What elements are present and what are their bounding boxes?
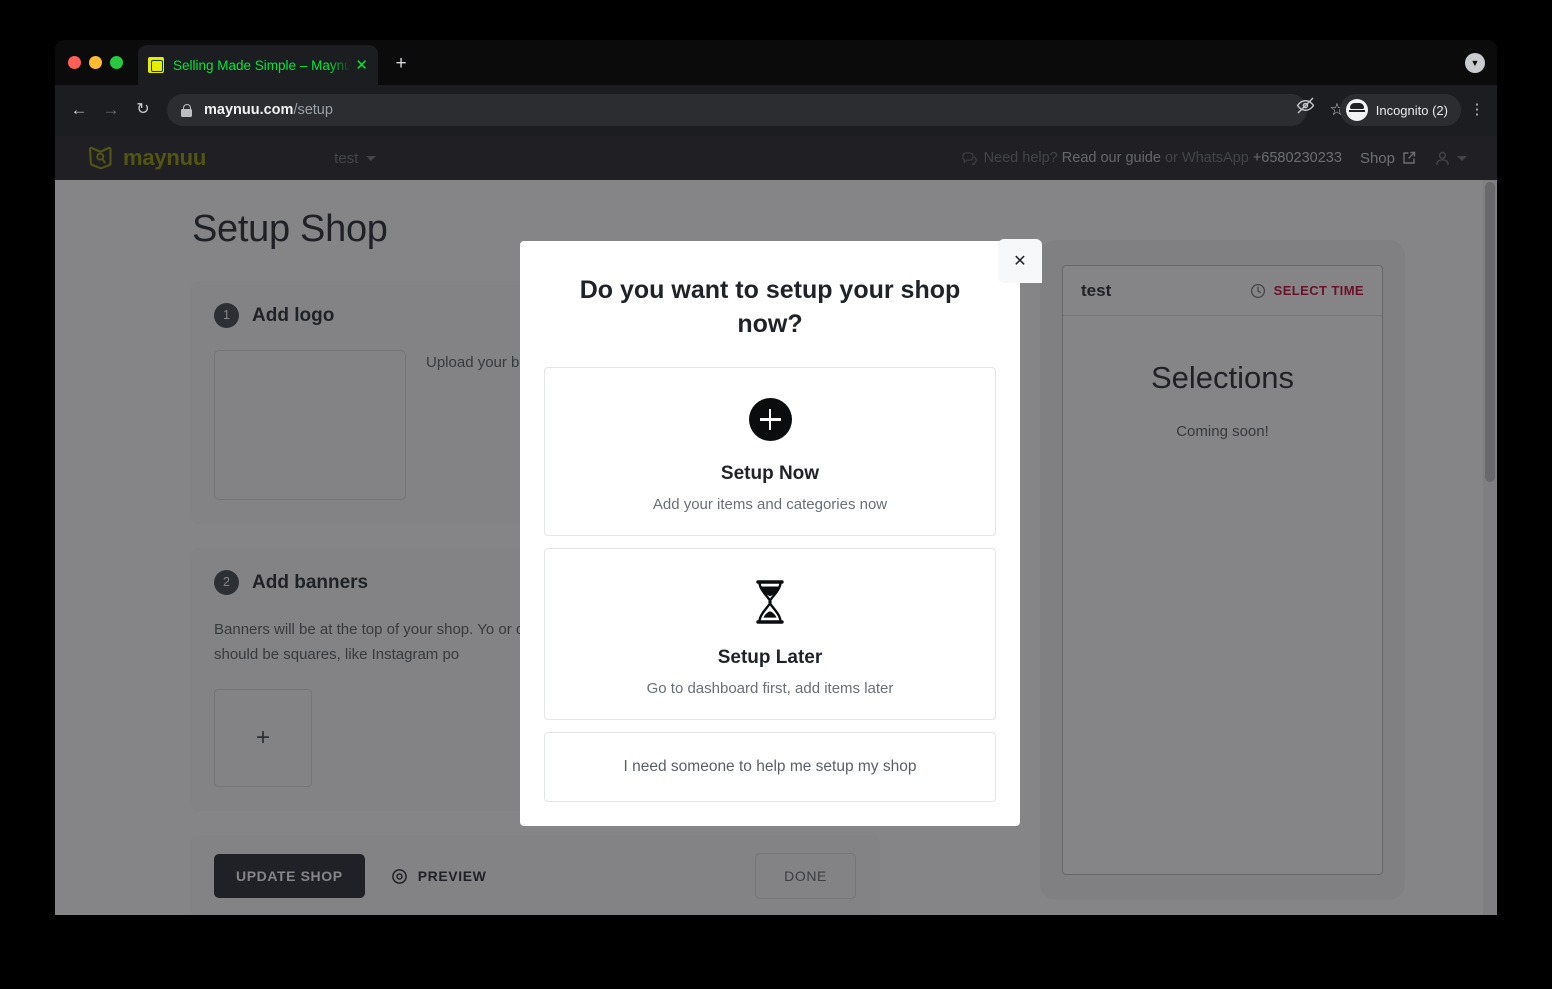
maximize-window-button[interactable] [110, 56, 123, 69]
setup-later-option[interactable]: Setup Later Go to dashboard first, add i… [544, 548, 996, 720]
close-tab-icon[interactable]: ✕ [355, 58, 368, 73]
page-viewport: maynuu test Need help? Read our guide or… [55, 136, 1497, 915]
browser-toolbar: ← → ↻ maynuu.com/setup ☆ Incognito (2) ⋮ [55, 85, 1497, 136]
option-icon-wrap [561, 398, 979, 441]
modal-title: Do you want to setup your shop now? [579, 276, 961, 338]
reload-button[interactable]: ↻ [129, 96, 157, 124]
browser-menu-icon[interactable]: ⋮ [1465, 96, 1489, 124]
forward-button[interactable]: → [97, 96, 125, 124]
minimize-window-button[interactable] [89, 56, 102, 69]
option-subtitle: Go to dashboard first, add items later [646, 680, 894, 697]
setup-shop-modal: ✕ Do you want to setup your shop now? Se… [520, 239, 1042, 826]
close-window-button[interactable] [68, 56, 81, 69]
url-host: maynuu.com [204, 102, 294, 118]
lock-icon [181, 103, 192, 117]
browser-window: Selling Made Simple – Maynuu. ✕ + ▼ ← → … [55, 40, 1497, 915]
eye-off-icon[interactable] [1291, 96, 1319, 124]
option-icon-wrap [561, 579, 979, 625]
maynuu-favicon-icon [148, 57, 164, 73]
profile-label: Incognito (2) [1375, 102, 1448, 118]
url-path: /setup [293, 102, 333, 118]
back-button[interactable]: ← [65, 96, 93, 124]
close-modal-button[interactable]: ✕ [998, 239, 1042, 283]
hourglass-icon [756, 580, 784, 624]
setup-now-option[interactable]: Setup Now Add your items and categories … [544, 367, 996, 536]
window-traffic-lights [68, 56, 123, 69]
tab-list-icon[interactable]: ▼ [1465, 53, 1485, 73]
plus-circle-icon [748, 398, 792, 441]
option-title: Setup Later [717, 647, 823, 668]
tab-strip: Selling Made Simple – Maynuu. ✕ + ▼ [55, 40, 1497, 85]
address-bar[interactable]: maynuu.com/setup [167, 94, 1307, 126]
option-title: Setup Now [720, 463, 820, 484]
profile-chip[interactable]: Incognito (2) [1339, 94, 1461, 126]
address-bar-url: maynuu.com/setup [204, 102, 333, 118]
browser-tab[interactable]: Selling Made Simple – Maynuu. ✕ [138, 45, 378, 85]
new-tab-button[interactable]: + [389, 53, 413, 77]
help-setup-option[interactable]: I need someone to help me setup my shop [544, 732, 996, 802]
incognito-icon [1345, 99, 1368, 121]
browser-tab-title: Selling Made Simple – Maynuu. [173, 57, 352, 73]
option-subtitle: Add your items and categories now [652, 496, 888, 513]
